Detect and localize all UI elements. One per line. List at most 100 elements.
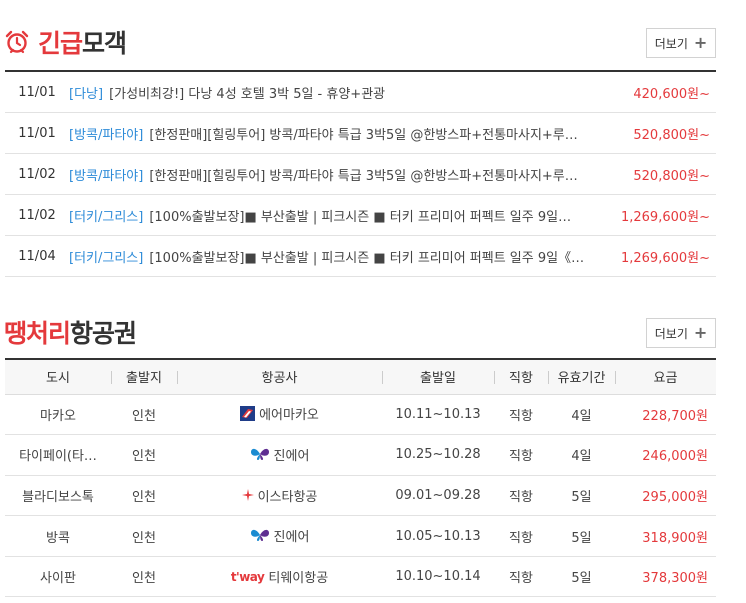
deal-category[interactable]: [방콕/파타야]	[69, 165, 143, 184]
flights-title-rest: 항공권	[70, 319, 137, 348]
cell-city[interactable]: 마카오	[5, 394, 111, 436]
urgent-title-rest: 모객	[82, 29, 127, 58]
deal-title[interactable]: [한정판매][힐링투어] 방콕/파타야 특급 3박5일 @한방스파+전통마사지+…	[149, 165, 586, 184]
table-header-row: 도시 출발지 항공사 출발일 직항 유효기간 요금	[5, 359, 716, 395]
cell-fare: 228,700원	[615, 394, 716, 436]
deal-date: 11/02	[18, 207, 56, 223]
deal-row[interactable]: 11/01 [방콕/파타야] [한정판매][힐링투어] 방콕/파타야 특급 3박…	[5, 113, 716, 154]
jinair-logo-icon	[250, 447, 270, 461]
cell-direct: 직항	[494, 475, 548, 517]
plus-icon: +	[693, 33, 708, 52]
eastar-logo-icon	[241, 489, 254, 502]
cell-airline: 이스타항공	[177, 475, 382, 517]
header-airline: 항공사	[177, 359, 382, 395]
more-button-label: 더보기	[654, 36, 688, 51]
urgent-title-accent: 긴급	[38, 29, 83, 58]
cell-airline: 진에어	[177, 434, 382, 476]
air-macau-logo-icon	[240, 405, 256, 421]
cell-airline: 에어마카오	[177, 394, 382, 436]
flights-title-accent: 땡처리	[4, 319, 71, 348]
alarm-clock-icon	[4, 29, 30, 55]
cell-direct: 직항	[494, 434, 548, 476]
cell-validity: 4일	[548, 394, 615, 436]
airline-name: 진에어	[273, 529, 310, 545]
plus-icon: +	[693, 323, 708, 342]
deal-row[interactable]: 11/02 [방콕/파타야] [한정판매][힐링투어] 방콕/파타야 특급 3박…	[5, 154, 716, 195]
cell-dates: 10.10~10.14	[382, 556, 494, 598]
table-row[interactable]: 방콕 인천 진에어 10.05~10.13 직항 5일 318,900원	[5, 515, 716, 557]
table-row[interactable]: 블라디보스톡 인천 이스타항공 09.01~09.28 직항 5일 295,00…	[5, 475, 716, 517]
airline-name: 이스타항공	[257, 489, 318, 505]
airline-name: 티웨이항공	[268, 571, 329, 587]
cell-dates: 10.11~10.13	[382, 394, 494, 436]
header-origin: 출발지	[111, 359, 177, 395]
cell-validity: 5일	[548, 475, 615, 517]
cell-origin: 인천	[111, 515, 177, 557]
deal-title[interactable]: [100%출발보장]■ 부산출발 | 피크시즌 ■ 터키 프리미어 퍼펙트 일주…	[149, 247, 586, 266]
deal-row[interactable]: 11/04 [터키/그리스] [100%출발보장]■ 부산출발 | 피크시즌 ■…	[5, 236, 716, 277]
deal-category[interactable]: [터키/그리스]	[69, 247, 143, 266]
cell-validity: 4일	[548, 434, 615, 476]
deal-title[interactable]: [가성비최강!] 다낭 4성 호텔 3박 5일 - 휴양+관광	[109, 83, 586, 102]
cell-direct: 직항	[494, 394, 548, 436]
jinair-logo-icon	[250, 528, 270, 542]
deal-category[interactable]: [방콕/파타야]	[69, 124, 143, 143]
deal-price: 520,800원~	[633, 127, 710, 143]
deal-date: 11/01	[18, 84, 56, 100]
deal-price: 1,269,600원~	[620, 250, 710, 266]
table-row[interactable]: 타이페이(타… 인천 진에어 10.25~10.28 직항 4일 246,000…	[5, 434, 716, 476]
table-row[interactable]: 사이판 인천 t'way 티웨이항공 10.10~10.14 직항 5일 378…	[5, 556, 716, 598]
deal-price: 420,600원~	[633, 86, 710, 102]
header-city: 도시	[5, 359, 111, 395]
cell-city[interactable]: 블라디보스톡	[5, 475, 111, 517]
deal-date: 11/02	[18, 166, 56, 182]
urgent-more-button[interactable]: 더보기 +	[646, 28, 716, 58]
urgent-section-title: 긴급 모객	[4, 24, 127, 60]
urgent-deal-list: 11/01 [다낭] [가성비최강!] 다낭 4성 호텔 3박 5일 - 휴양+…	[5, 70, 716, 277]
flights-section-header: 땡처리 항공권 더보기 +	[4, 312, 716, 352]
deal-date: 11/04	[18, 248, 56, 264]
deal-title[interactable]: [100%출발보장]■ 부산출발 | 피크시즌 ■ 터키 프리미어 퍼펙트 일주…	[149, 206, 586, 225]
airline-name: 에어마카오	[259, 407, 319, 423]
cell-dates: 10.25~10.28	[382, 434, 494, 476]
airline-name: 진에어	[273, 448, 310, 464]
cell-city[interactable]: 사이판	[5, 556, 111, 598]
cell-fare: 378,300원	[615, 556, 716, 598]
cell-validity: 5일	[548, 515, 615, 557]
header-fare: 요금	[615, 359, 716, 395]
flights-more-button[interactable]: 더보기 +	[646, 318, 716, 348]
cell-city[interactable]: 방콕	[5, 515, 111, 557]
cell-fare: 246,000원	[615, 434, 716, 476]
more-button-label: 더보기	[654, 326, 688, 341]
deal-price: 520,800원~	[633, 168, 710, 184]
cell-airline: t'way 티웨이항공	[177, 556, 382, 598]
cell-fare: 295,000원	[615, 475, 716, 517]
cell-city[interactable]: 타이페이(타…	[5, 434, 111, 476]
table-row[interactable]: 마카오 인천 에어마카오 10.11~10.13 직항 4일 228,700원	[5, 394, 716, 436]
deal-row[interactable]: 11/02 [터키/그리스] [100%출발보장]■ 부산출발 | 피크시즌 ■…	[5, 195, 716, 236]
header-dates: 출발일	[382, 359, 494, 395]
cell-validity: 5일	[548, 556, 615, 598]
cell-origin: 인천	[111, 434, 177, 476]
cell-origin: 인천	[111, 556, 177, 598]
cell-direct: 직항	[494, 556, 548, 598]
cell-dates: 10.05~10.13	[382, 515, 494, 557]
header-direct: 직항	[494, 359, 548, 395]
deal-row[interactable]: 11/01 [다낭] [가성비최강!] 다낭 4성 호텔 3박 5일 - 휴양+…	[5, 72, 716, 113]
deal-price: 1,269,600원~	[620, 209, 710, 225]
cell-direct: 직항	[494, 515, 548, 557]
flights-table: 도시 출발지 항공사 출발일 직항 유효기간 요금 마카오 인천 에어마카오 1…	[5, 358, 716, 598]
deal-date: 11/01	[18, 125, 56, 141]
deal-title[interactable]: [한정판매][힐링투어] 방콕/파타야 특급 3박5일 @한방스파+전통마사지+…	[149, 124, 586, 143]
tway-logo-icon: t'way	[230, 569, 265, 584]
deal-category[interactable]: [다낭]	[69, 83, 103, 102]
flights-section-title: 땡처리 항공권	[4, 314, 137, 350]
cell-origin: 인천	[111, 475, 177, 517]
deal-category[interactable]: [터키/그리스]	[69, 206, 143, 225]
urgent-section-header: 긴급 모객 더보기 +	[4, 22, 716, 62]
header-validity: 유효기간	[548, 359, 615, 395]
cell-dates: 09.01~09.28	[382, 475, 494, 517]
cell-fare: 318,900원	[615, 515, 716, 557]
cell-airline: 진에어	[177, 515, 382, 557]
cell-origin: 인천	[111, 394, 177, 436]
